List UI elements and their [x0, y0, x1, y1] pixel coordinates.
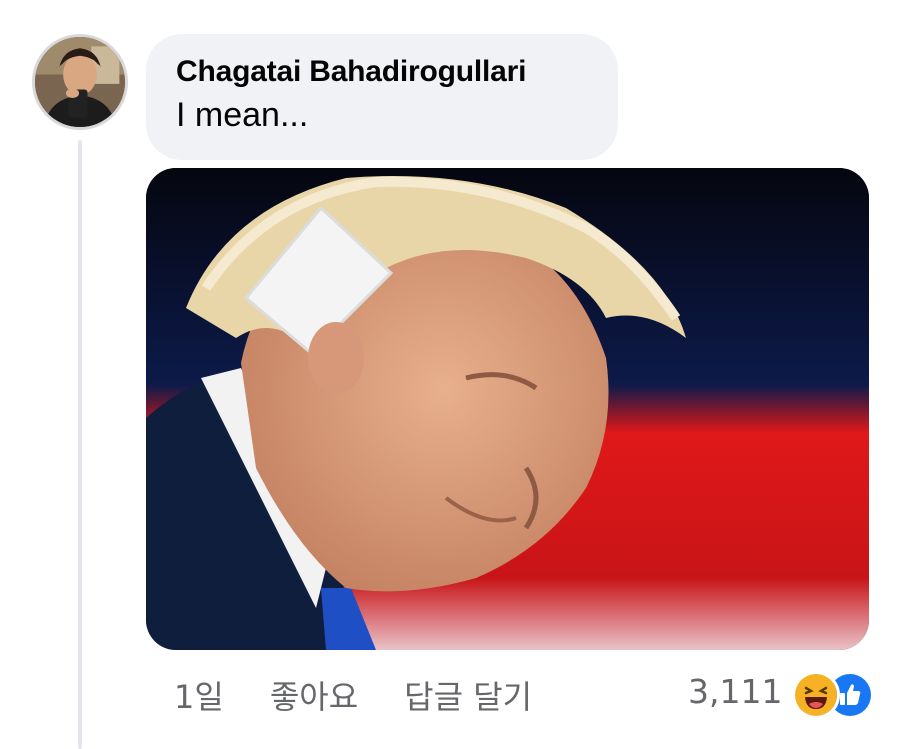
- reaction-summary[interactable]: 3,111: [688, 664, 875, 719]
- comment-actions: 1일 좋아요 답글 달기: [174, 670, 532, 720]
- avatar-photo: [35, 37, 125, 127]
- author-avatar[interactable]: [32, 34, 128, 130]
- photo-image: [146, 168, 869, 650]
- reaction-icons: [792, 667, 875, 719]
- comment-photo-attachment[interactable]: [146, 168, 869, 650]
- comment-author-name[interactable]: Chagatai Bahadirogullari: [176, 52, 588, 92]
- comment-bubble: Chagatai Bahadirogullari I mean...: [146, 34, 618, 160]
- haha-icon: [792, 671, 841, 719]
- reaction-count: 3,111: [688, 671, 783, 711]
- comment-timestamp[interactable]: 1일: [174, 672, 224, 718]
- reply-thread-line: [78, 140, 82, 749]
- reply-button[interactable]: 답글 달기: [404, 672, 532, 718]
- like-button[interactable]: 좋아요: [270, 672, 358, 718]
- comment-text: I mean...: [176, 96, 309, 134]
